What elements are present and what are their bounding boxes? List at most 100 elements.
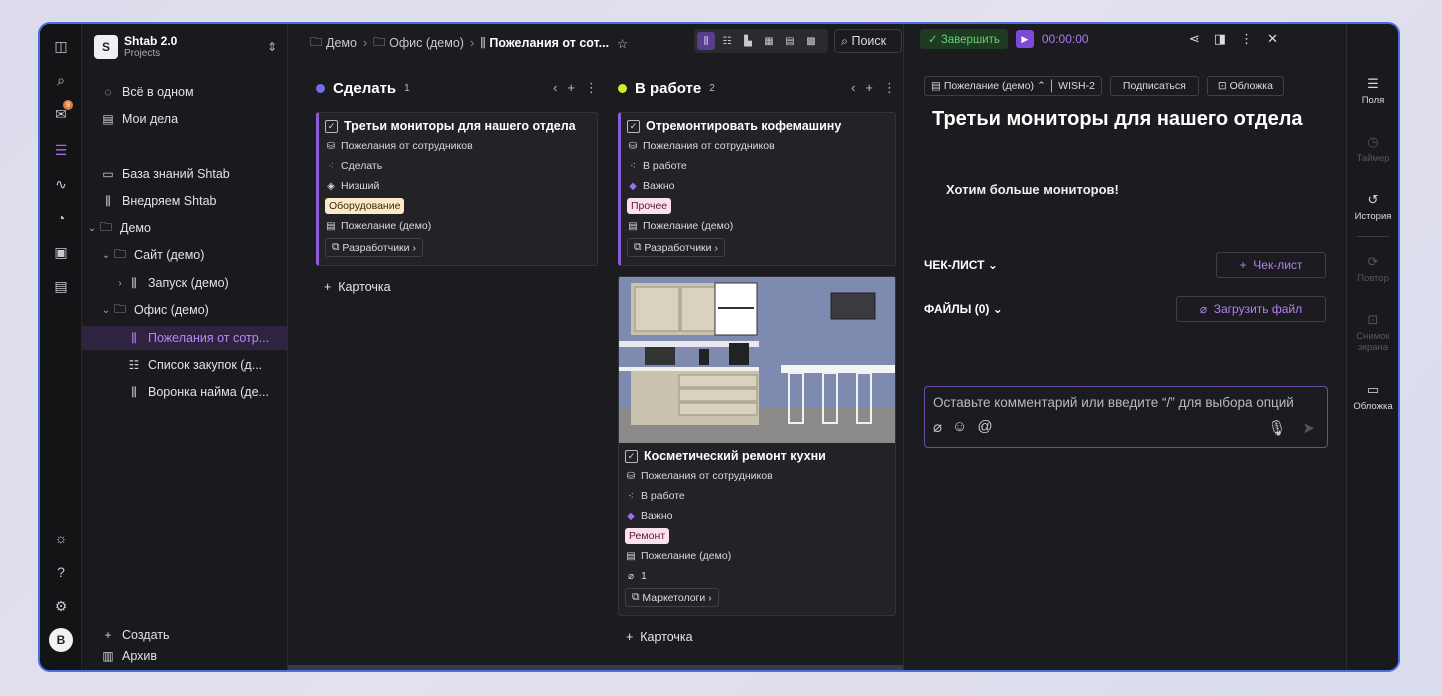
card-status: В работе — [643, 160, 687, 172]
inbox-icon[interactable]: ✉ 9 — [49, 100, 73, 126]
workspace-logo: S — [94, 35, 118, 59]
upload-file-button[interactable]: ⌀ Загрузить файл — [1176, 296, 1326, 322]
card-source: Пожелания от сотрудников — [643, 140, 775, 152]
sidebar-item-office-demo[interactable]: ⌄ 🗀 Офис (демо) — [82, 298, 287, 322]
history-button[interactable]: ↺ История — [1347, 192, 1398, 222]
files-toggle[interactable]: ФАЙЛЫ (0) ⌄ — [924, 302, 1003, 316]
sidebar-item-purchase-list[interactable]: ☷ Список закупок (д... — [82, 353, 287, 377]
checkbox[interactable]: ✓ — [625, 449, 638, 463]
search-icon[interactable]: ⌕ — [49, 68, 73, 92]
mention-icon[interactable]: @ — [977, 418, 992, 436]
microphone-icon[interactable]: 🎙 — [1267, 419, 1286, 437]
sidebar-item-site-demo[interactable]: ⌄ 🗀 Сайт (демо) — [82, 243, 287, 267]
fields-button[interactable]: ☰ Поля — [1347, 76, 1398, 106]
gantt-view-icon[interactable]: ▙ — [739, 32, 757, 50]
add-icon[interactable]: + — [865, 80, 873, 96]
add-icon[interactable]: + — [567, 80, 575, 96]
priority-icon: ◆ — [629, 180, 637, 192]
star-icon[interactable]: ☆ — [617, 36, 628, 51]
settings-icon[interactable]: ⚙ — [49, 594, 73, 618]
breadcrumb-demo[interactable]: Демо — [326, 36, 357, 50]
add-checklist-button[interactable]: + Чек-лист — [1216, 252, 1326, 278]
add-card-label: Карточка — [338, 280, 391, 294]
workspace-subtitle: Projects — [124, 47, 161, 59]
comment-box[interactable]: Оставьте комментарий или введите “/” для… — [924, 386, 1328, 448]
document-icon[interactable]: ▤ — [49, 274, 73, 298]
sidebar-item-knowledge-base[interactable]: ▭ База знаний Shtab — [82, 162, 287, 186]
task-description[interactable]: Хотим больше мониторов! — [946, 182, 1119, 197]
theme-icon[interactable]: ☼ — [49, 526, 73, 550]
sidebar-item-implement[interactable]: ⫼ Внедряем Shtab — [82, 189, 287, 213]
help-icon[interactable]: ? — [49, 560, 73, 584]
cover-panel-button[interactable]: ▭ Обложка — [1347, 382, 1398, 412]
image-icon: ⊡ — [1367, 312, 1379, 327]
sidebar-item-wishes[interactable]: ⫼ Пожелания от сотр... — [82, 326, 287, 350]
more-icon[interactable]: ⋮ — [1240, 31, 1253, 47]
grid-view-icon[interactable]: ▩ — [802, 32, 820, 50]
sidebar-item-launch-demo[interactable]: › ⫼ Запуск (демо) — [82, 271, 287, 295]
close-icon[interactable]: ✕ — [1267, 31, 1278, 47]
user-avatar[interactable]: B — [49, 628, 73, 652]
sidebar-item-all-in-one[interactable]: ◌ Всё в одном — [82, 80, 287, 104]
play-icon[interactable]: ▶ — [1015, 30, 1034, 48]
panel-toggle-icon[interactable]: ◨ — [1214, 31, 1226, 47]
board-view-icon[interactable]: ⫼ — [697, 32, 715, 50]
emoji-icon[interactable]: ☺ — [952, 418, 967, 436]
share-icon[interactable]: ⋖ — [1189, 31, 1200, 47]
horizontal-scrollbar[interactable] — [288, 665, 903, 670]
add-card-button[interactable]: + Карточка — [618, 616, 896, 644]
sidebar-item-hiring-funnel[interactable]: ⫼ Воронка найма (де... — [82, 380, 287, 404]
layout-toggle-icon[interactable]: ◫ — [49, 34, 73, 58]
sidebar-item-label: База знаний Shtab — [122, 167, 230, 181]
app-window: ◫ ⌕ ✉ 9 ☰ ∿ ◔ ▣ ▤ ☼ ? ⚙ B S Shtab 2.0 Pro… — [38, 22, 1400, 672]
widget-icon[interactable]: ▣ — [49, 240, 73, 264]
projects-icon[interactable]: ☰ — [49, 138, 73, 162]
task-card[interactable]: ✓ Отремонтировать кофемашину ⛁ Пожелания … — [618, 112, 896, 266]
activity-icon[interactable]: ∿ — [49, 172, 73, 196]
calendar-view-icon[interactable]: ▦ — [760, 32, 778, 50]
collapse-icon[interactable]: ‹ — [851, 80, 855, 96]
comment-input[interactable]: Оставьте комментарий или введите “/” для… — [933, 395, 1319, 410]
team-chip[interactable]: ⧉ Разработчики › — [325, 238, 423, 257]
reports-icon[interactable]: ◔ — [49, 206, 73, 230]
timer-button[interactable]: ◷ Таймер — [1347, 134, 1398, 164]
task-card[interactable]: ✓ Третьи мониторы для нашего отдела ⛁ Пож… — [316, 112, 598, 266]
card-tag: Ремонт — [625, 528, 670, 544]
sidebar-item-demo[interactable]: ⌄ 🗀 Демо — [82, 216, 287, 240]
screenshot-button[interactable]: ⊡ Снимок экрана — [1347, 312, 1398, 353]
breadcrumb-current: Пожелания от сот... — [489, 36, 610, 50]
team-icon: ⧉ — [632, 591, 640, 603]
type-chip[interactable]: ▤ Пожелание (демо) ⌃ │ WISH-2 — [924, 76, 1102, 96]
table-view-icon[interactable]: ▤ — [781, 32, 799, 50]
checklist-toggle[interactable]: ЧЕК-ЛИСТ ⌄ — [924, 258, 998, 272]
card-attachments: 1 — [641, 570, 647, 582]
attach-icon[interactable]: ⌀ — [933, 418, 942, 436]
database-icon: ⛁ — [628, 140, 638, 152]
search-button[interactable]: ⌕ Поиск — [834, 29, 902, 53]
task-title[interactable]: Третьи мониторы для нашего отдела — [932, 108, 1303, 131]
breadcrumb-office[interactable]: Офис (демо) — [389, 36, 464, 50]
board-icon: ⫼ — [105, 193, 111, 208]
more-icon[interactable]: ⋮ — [883, 80, 896, 96]
collapse-icon[interactable]: ‹ — [553, 80, 557, 96]
finish-button[interactable]: ✓ Завершить — [920, 29, 1008, 49]
cover-button[interactable]: ⊡ Обложка — [1206, 76, 1284, 96]
archive-button[interactable]: ▥ Архив — [82, 644, 287, 668]
checkbox[interactable]: ✓ — [325, 119, 338, 133]
team-label: Разработчики — [342, 241, 410, 254]
column-status-dot — [316, 83, 325, 93]
send-icon[interactable]: ➤ — [1302, 419, 1315, 437]
card-title: Третьи мониторы для нашего отдела — [344, 119, 576, 133]
checkbox[interactable]: ✓ — [627, 119, 640, 133]
sidebar-item-my-tasks[interactable]: ▤ Мои дела — [82, 107, 287, 131]
repeat-button[interactable]: ⟳ Повтор — [1347, 254, 1398, 284]
team-chip[interactable]: ⧉ Маркетологи › — [625, 588, 719, 607]
workspace-switcher[interactable]: S Shtab 2.0 Projects ⇕ — [94, 32, 277, 62]
team-chip[interactable]: ⧉ Разработчики › — [627, 238, 725, 257]
list-view-icon[interactable]: ☷ — [718, 32, 736, 50]
add-card-button[interactable]: + Карточка — [316, 266, 598, 294]
task-card[interactable]: ✓ Косметический ремонт кухни ⛁ Пожелания … — [618, 276, 896, 616]
more-icon[interactable]: ⋮ — [585, 80, 598, 96]
column-count: 1 — [404, 82, 410, 94]
subscribe-button[interactable]: Подписаться — [1109, 76, 1199, 96]
